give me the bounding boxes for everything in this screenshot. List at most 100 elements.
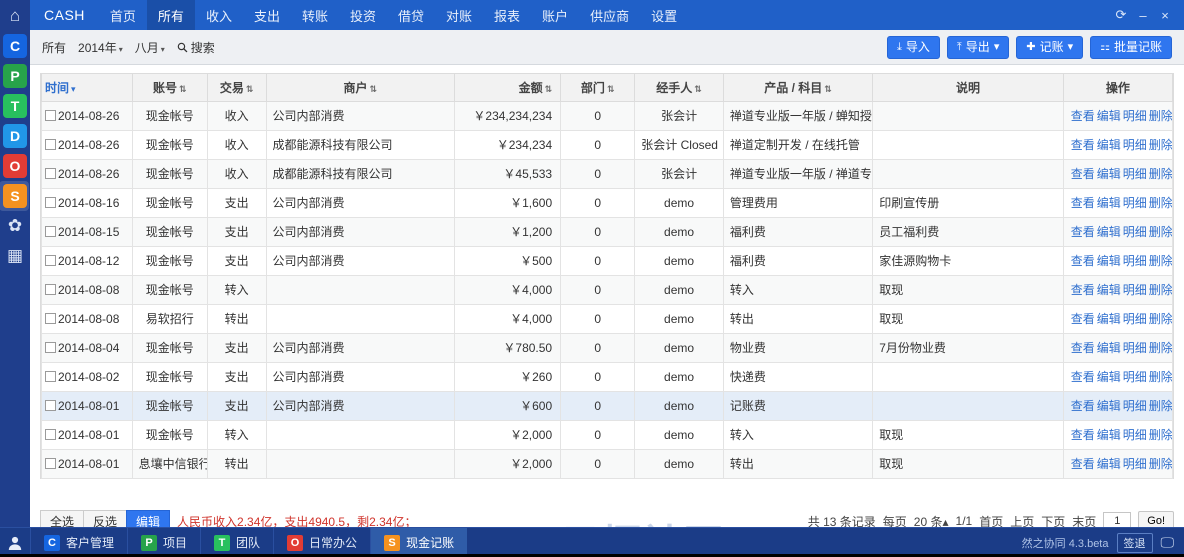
column-header-date[interactable]: 时间 ▾	[41, 74, 133, 102]
op-查看[interactable]: 查看	[1071, 167, 1095, 181]
op-明细[interactable]: 明细	[1123, 428, 1147, 442]
op-明细[interactable]: 明细	[1123, 370, 1147, 384]
table-row[interactable]: 2014-08-26 现金帐号 收入 成都能源科技有限公司 ￥45,533 0 张会计 禅道专…	[41, 158, 1174, 189]
taskbar-item-项目[interactable]: P 项目	[127, 527, 200, 557]
op-明细[interactable]: 明细	[1123, 138, 1147, 152]
search-button[interactable]: 搜索	[177, 39, 215, 56]
cash-icon[interactable]: S	[0, 181, 29, 211]
op-明细[interactable]: 明细	[1123, 196, 1147, 210]
op-删除[interactable]: 删除	[1149, 428, 1172, 442]
op-明细[interactable]: 明细	[1123, 457, 1147, 471]
table-row[interactable]: 2014-08-02 现金帐号 支出 公司内部消费 ￥260 0 demo 快递费 查看 编辑 明细…	[41, 361, 1174, 392]
op-编辑[interactable]: 编辑	[1097, 370, 1121, 384]
nav-item-投资[interactable]: 投资	[339, 0, 387, 30]
filter-month[interactable]: 八月 ▾	[135, 39, 165, 56]
row-checkbox[interactable]	[45, 225, 56, 237]
op-编辑[interactable]: 编辑	[1097, 283, 1121, 297]
column-header-dept[interactable]: 部门 ⇅	[560, 74, 636, 102]
op-查看[interactable]: 查看	[1071, 341, 1095, 355]
column-header-hand[interactable]: 经手人 ⇅	[634, 74, 724, 102]
taskbar-item-客户管理[interactable]: C 客户管理	[30, 527, 127, 557]
doc-icon[interactable]: D	[3, 124, 27, 148]
op-删除[interactable]: 删除	[1149, 341, 1172, 355]
row-checkbox[interactable]	[45, 196, 56, 208]
op-查看[interactable]: 查看	[1071, 196, 1095, 210]
op-查看[interactable]: 查看	[1071, 225, 1095, 239]
row-checkbox[interactable]	[45, 428, 56, 440]
op-查看[interactable]: 查看	[1071, 283, 1095, 297]
project-icon[interactable]: P	[3, 64, 27, 88]
op-编辑[interactable]: 编辑	[1097, 312, 1121, 326]
row-checkbox[interactable]	[45, 370, 56, 382]
row-checkbox[interactable]	[45, 138, 56, 150]
op-查看[interactable]: 查看	[1071, 109, 1095, 123]
nav-item-供应商[interactable]: 供应商	[579, 0, 640, 30]
table-row[interactable]: 2014-08-08 现金帐号 转入 ￥4,000 0 demo 转入 取现 查看 编辑 明细 删除	[41, 274, 1174, 305]
op-查看[interactable]: 查看	[1071, 138, 1095, 152]
row-checkbox[interactable]	[45, 457, 56, 469]
import-button[interactable]: ⤓ 导入	[887, 35, 940, 59]
minimize-icon[interactable]: –	[1132, 0, 1154, 30]
row-checkbox[interactable]	[45, 167, 56, 179]
export-button[interactable]: ⤒ 导出 ▾	[946, 35, 1010, 59]
op-删除[interactable]: 删除	[1149, 283, 1172, 297]
table-row[interactable]: 2014-08-08 易软招行 转出 ￥4,000 0 demo 转出 取现 查看 编辑 明细 删除	[41, 303, 1174, 334]
op-编辑[interactable]: 编辑	[1097, 196, 1121, 210]
op-明细[interactable]: 明细	[1123, 167, 1147, 181]
table-row[interactable]: 2014-08-01 现金帐号 转入 ￥2,000 0 demo 转入 取现 查看 编辑 明细 删除	[41, 419, 1174, 450]
op-明细[interactable]: 明细	[1123, 109, 1147, 123]
nav-item-收入[interactable]: 收入	[195, 0, 243, 30]
op-编辑[interactable]: 编辑	[1097, 341, 1121, 355]
nav-item-对账[interactable]: 对账	[435, 0, 483, 30]
taskbar-item-日常办公[interactable]: O 日常办公	[273, 527, 370, 557]
row-checkbox[interactable]	[45, 341, 56, 353]
op-查看[interactable]: 查看	[1071, 428, 1095, 442]
op-查看[interactable]: 查看	[1071, 254, 1095, 268]
signout-button[interactable]: 签退	[1116, 532, 1153, 553]
op-删除[interactable]: 删除	[1149, 399, 1172, 413]
close-icon[interactable]: ×	[1154, 0, 1176, 30]
table-row[interactable]: 2014-08-16 现金帐号 支出 公司内部消费 ￥1,600 0 demo 管理费用 印刷宣…	[41, 187, 1174, 218]
column-header-amt[interactable]: 金额 ⇅	[454, 74, 562, 102]
refresh-icon[interactable]: ⟳	[1110, 0, 1132, 30]
filter-year[interactable]: 2014年 ▾	[78, 39, 123, 56]
op-编辑[interactable]: 编辑	[1097, 428, 1121, 442]
op-查看[interactable]: 查看	[1071, 312, 1095, 326]
op-删除[interactable]: 删除	[1149, 312, 1172, 326]
op-删除[interactable]: 删除	[1149, 254, 1172, 268]
op-明细[interactable]: 明细	[1123, 399, 1147, 413]
op-编辑[interactable]: 编辑	[1097, 399, 1121, 413]
settings-icon[interactable]: ✿	[3, 214, 27, 238]
batch-record-button[interactable]: ⚏ 批量记账	[1090, 35, 1172, 59]
team-icon[interactable]: T	[3, 94, 27, 118]
nav-item-报表[interactable]: 报表	[483, 0, 531, 30]
op-编辑[interactable]: 编辑	[1097, 225, 1121, 239]
op-编辑[interactable]: 编辑	[1097, 457, 1121, 471]
row-checkbox[interactable]	[45, 312, 56, 324]
nav-item-设置[interactable]: 设置	[640, 0, 688, 30]
row-checkbox[interactable]	[45, 399, 56, 411]
office-icon[interactable]: O	[3, 154, 27, 178]
op-删除[interactable]: 删除	[1149, 225, 1172, 239]
op-编辑[interactable]: 编辑	[1097, 167, 1121, 181]
op-删除[interactable]: 删除	[1149, 196, 1172, 210]
home-icon[interactable]: ⌂	[3, 4, 27, 28]
table-row[interactable]: 2014-08-04 现金帐号 支出 公司内部消费 ￥780.50 0 demo 物业费 7月份…	[41, 332, 1174, 363]
nav-item-首页[interactable]: 首页	[99, 0, 147, 30]
op-删除[interactable]: 删除	[1149, 138, 1172, 152]
table-row[interactable]: 2014-08-01 息壤中信银行 转出 ￥2,000 0 demo 转出 取现 查看 编辑 明细删…	[41, 448, 1174, 479]
record-button[interactable]: ✚ 记账 ▾	[1016, 35, 1084, 59]
user-icon[interactable]	[0, 528, 30, 557]
row-checkbox[interactable]	[45, 254, 56, 266]
op-查看[interactable]: 查看	[1071, 457, 1095, 471]
op-编辑[interactable]: 编辑	[1097, 254, 1121, 268]
column-header-merch[interactable]: 商户 ⇅	[265, 74, 456, 102]
op-编辑[interactable]: 编辑	[1097, 138, 1121, 152]
op-明细[interactable]: 明细	[1123, 254, 1147, 268]
row-checkbox[interactable]	[45, 283, 56, 295]
filter-scope[interactable]: 所有	[42, 39, 66, 56]
table-row[interactable]: 2014-08-12 现金帐号 支出 公司内部消费 ￥500 0 demo 福利费 家佳源购物卡…	[41, 245, 1174, 276]
op-删除[interactable]: 删除	[1149, 109, 1172, 123]
taskbar-item-现金记账[interactable]: S 现金记账	[370, 527, 468, 557]
op-删除[interactable]: 删除	[1149, 457, 1172, 471]
